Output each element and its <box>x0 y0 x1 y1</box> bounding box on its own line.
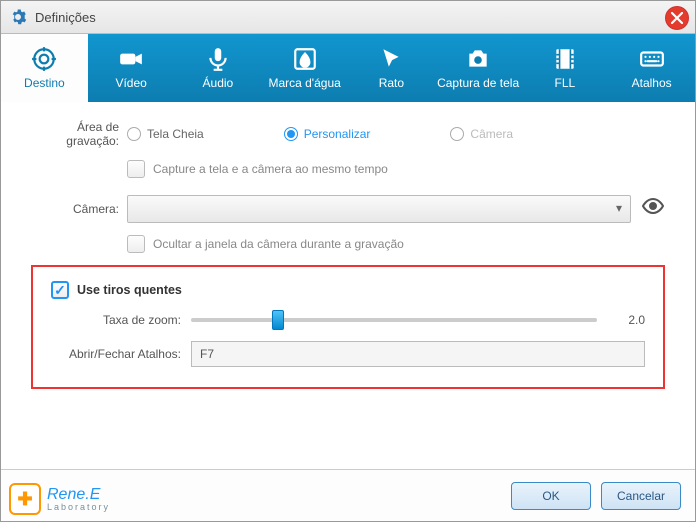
film-icon <box>552 45 578 73</box>
titlebar: Definições <box>1 1 695 34</box>
tab-strip: Destino Vídeo Áudio Marca d'água Rato Ca… <box>1 34 695 102</box>
close-icon <box>671 12 683 24</box>
camera-label: Câmera: <box>31 202 127 216</box>
camera-icon <box>465 45 491 73</box>
settings-window: Definições Destino Vídeo Áudio Marca d'á… <box>0 0 696 522</box>
slider-thumb-icon[interactable] <box>272 310 284 330</box>
zoom-rate-label: Taxa de zoom: <box>51 313 191 327</box>
radio-camera: Câmera <box>450 127 513 141</box>
tab-label: Rato <box>379 77 404 90</box>
tab-video[interactable]: Vídeo <box>88 34 175 102</box>
radio-fullscreen[interactable]: Tela Cheia <box>127 127 204 141</box>
hotkey-label: Abrir/Fechar Atalhos: <box>51 347 191 361</box>
checkbox-use-hotshots[interactable] <box>51 281 69 299</box>
tab-label: Marca d'água <box>268 77 340 90</box>
tab-label: Vídeo <box>115 77 146 90</box>
checkbox-capture-both-label: Capture a tela e a câmera ao mesmo tempo <box>153 162 388 176</box>
brand-sub: Laboratory <box>47 503 110 512</box>
tab-screenshot[interactable]: Captura de tela <box>435 34 522 102</box>
video-icon <box>118 45 144 73</box>
hotkey-input[interactable] <box>191 341 645 367</box>
checkbox-use-hotshots-label: Use tiros quentes <box>77 283 182 297</box>
close-button[interactable] <box>665 6 689 30</box>
radio-label: Personalizar <box>304 127 371 141</box>
zoom-value: 2.0 <box>609 313 645 327</box>
brand-logo: Rene.E Laboratory <box>9 483 110 515</box>
ok-button[interactable]: OK <box>511 482 591 510</box>
content-area: Área de gravação: Tela Cheia Personaliza… <box>1 102 695 399</box>
checkbox-hide-camera-label: Ocultar a janela da câmera durante a gra… <box>153 237 404 251</box>
recording-area-label: Área de gravação: <box>31 120 127 148</box>
hotshot-frame: Use tiros quentes Taxa de zoom: 2.0 Abri… <box>31 265 665 389</box>
tab-destino[interactable]: Destino <box>1 34 88 102</box>
radio-dot-icon <box>284 127 298 141</box>
window-title: Definições <box>35 10 96 25</box>
tab-shortcuts[interactable]: Atalhos <box>608 34 695 102</box>
checkbox-capture-both[interactable] <box>127 160 145 178</box>
tab-label: FLL <box>555 77 576 90</box>
radio-label: Tela Cheia <box>147 127 204 141</box>
brand-badge-icon <box>9 483 41 515</box>
tab-label: Áudio <box>203 77 234 90</box>
radio-dot-icon <box>127 127 141 141</box>
watermark-icon <box>292 45 318 73</box>
microphone-icon <box>205 45 231 73</box>
footer: Rene.E Laboratory OK Cancelar <box>1 469 695 521</box>
keyboard-icon <box>639 45 665 73</box>
tab-mouse[interactable]: Rato <box>348 34 435 102</box>
target-icon <box>31 45 57 73</box>
tab-fll[interactable]: FLL <box>522 34 609 102</box>
tab-label: Destino <box>24 77 65 90</box>
tab-label: Captura de tela <box>437 77 519 90</box>
brand-text: Rene.E Laboratory <box>47 487 110 512</box>
cancel-button[interactable]: Cancelar <box>601 482 681 510</box>
eye-icon[interactable] <box>641 194 665 223</box>
tab-watermark[interactable]: Marca d'água <box>261 34 348 102</box>
radio-label: Câmera <box>470 127 513 141</box>
checkbox-hide-camera[interactable] <box>127 235 145 253</box>
brand-name: Rene.E <box>47 486 100 503</box>
cursor-icon <box>378 45 404 73</box>
tab-label: Atalhos <box>632 77 672 90</box>
radio-custom[interactable]: Personalizar <box>284 127 371 141</box>
gear-icon <box>9 8 27 26</box>
tab-audio[interactable]: Áudio <box>175 34 262 102</box>
radio-dot-icon <box>450 127 464 141</box>
camera-select[interactable] <box>127 195 631 223</box>
zoom-slider[interactable] <box>191 318 597 322</box>
